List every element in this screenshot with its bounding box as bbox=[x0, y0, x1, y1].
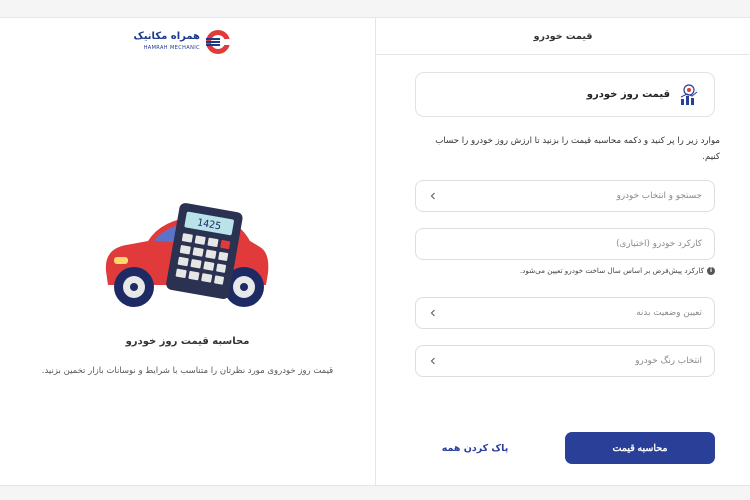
form-title: قیمت روز خودرو bbox=[586, 89, 670, 100]
info-icon: i bbox=[707, 266, 715, 275]
panel-title: قیمت خودرو bbox=[533, 30, 593, 42]
mileage-hint: i کارکرد پیش‌فرض بر اساس سال ساخت خودرو … bbox=[415, 266, 715, 275]
chevron-left-icon bbox=[430, 357, 435, 365]
form-title-card: قیمت روز خودرو bbox=[415, 72, 715, 117]
calc-description: قیمت روز خودروی مورد نظرتان را متناسب با… bbox=[41, 366, 334, 376]
mileage-placeholder: کارکرد خودرو (اختیاری) bbox=[616, 239, 702, 249]
body-status-placeholder: تعیین وضعیت بدنه bbox=[636, 308, 702, 318]
car-search-select[interactable]: جستجو و انتخاب خودرو bbox=[415, 180, 715, 212]
chevron-left-icon bbox=[430, 192, 435, 200]
car-search-placeholder: جستجو و انتخاب خودرو bbox=[616, 191, 702, 201]
calc-heading: محاسبه قیمت روز خودرو bbox=[125, 336, 250, 347]
mileage-input[interactable]: کارکرد خودرو (اختیاری) bbox=[415, 228, 715, 260]
panel-divider bbox=[375, 18, 376, 485]
form-instruction: موارد زیر را پر کنید و دکمه محاسبه قیمت … bbox=[435, 136, 720, 162]
main-frame: قیمت خودرو همراه مکانیک HAMRAH MECHANIC bbox=[0, 17, 750, 486]
color-placeholder: انتخاب رنگ خودرو bbox=[635, 356, 702, 366]
logo-text-en: HAMRAH MECHANIC bbox=[143, 45, 200, 51]
mileage-hint-text: کارکرد پیش‌فرض بر اساس سال ساخت خودرو تع… bbox=[519, 266, 704, 275]
body-status-select[interactable]: تعیین وضعیت بدنه bbox=[415, 297, 715, 329]
color-select[interactable]: انتخاب رنگ خودرو bbox=[415, 345, 715, 377]
calculate-price-button[interactable]: محاسبه قیمت bbox=[565, 432, 715, 464]
brand-logo[interactable]: همراه مکانیک HAMRAH MECHANIC bbox=[133, 29, 232, 55]
logo-text-fa: همراه مکانیک bbox=[133, 31, 200, 42]
header-separator bbox=[376, 54, 750, 55]
price-chart-icon bbox=[680, 83, 698, 105]
logo-icon bbox=[206, 30, 232, 54]
chevron-left-icon bbox=[430, 309, 435, 317]
clear-all-button[interactable]: پاک کردن همه bbox=[415, 432, 535, 464]
car-calculator-illustration: 1425 bbox=[105, 203, 269, 307]
